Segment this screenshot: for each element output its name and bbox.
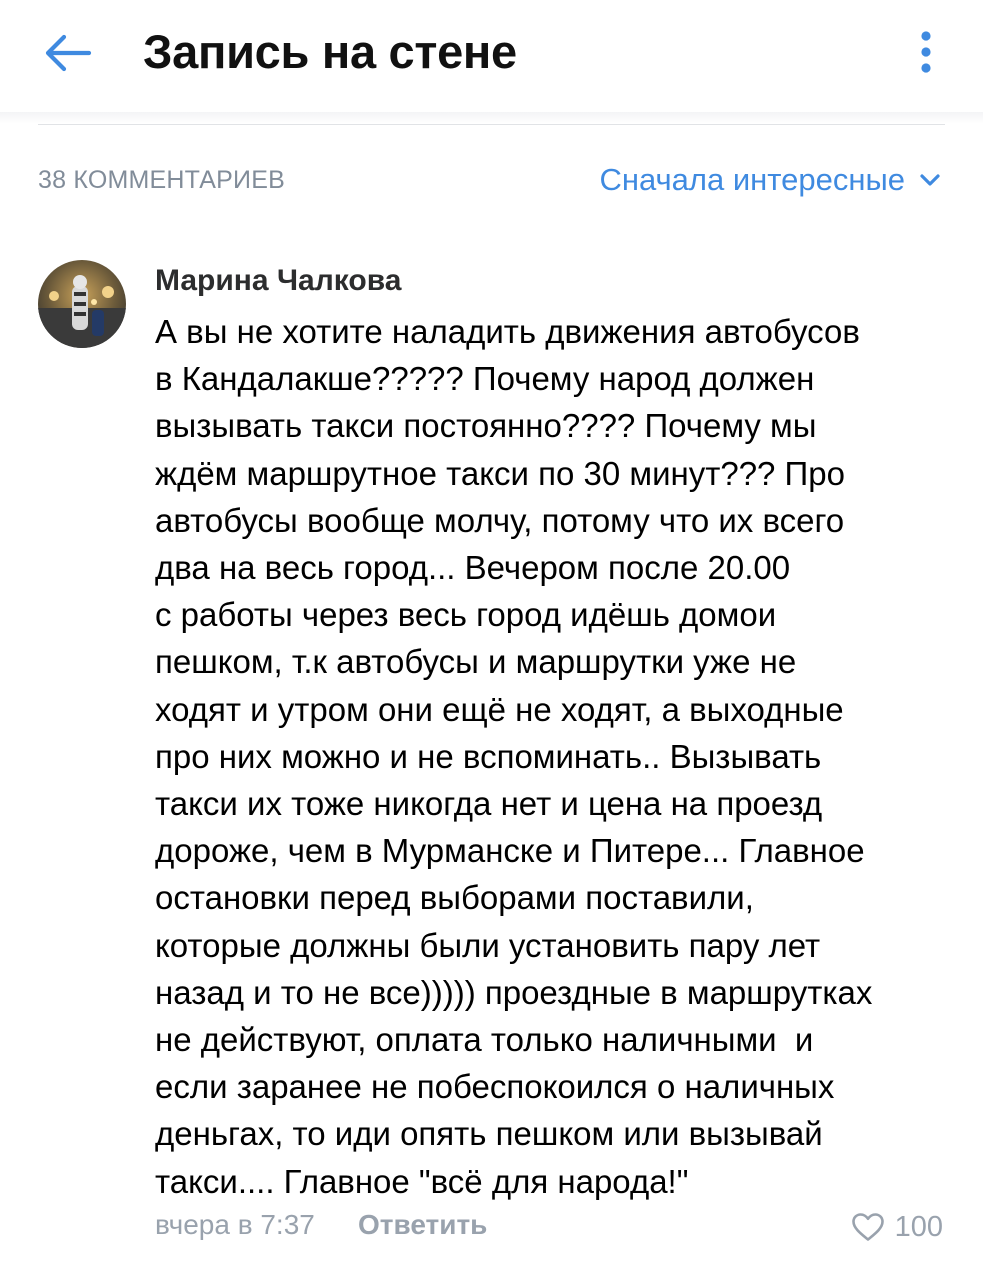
header-divider bbox=[38, 124, 945, 125]
chevron-down-icon bbox=[920, 174, 940, 186]
heart-outline-icon bbox=[851, 1213, 884, 1241]
comment-text-line: которые должны были установить пару лет bbox=[155, 926, 821, 964]
comments-bar: 38 КОММЕНТАРИЕВ Сначала интересные bbox=[0, 150, 983, 210]
comment-time: вчера в 7:37 bbox=[155, 1209, 315, 1240]
avatar-photo bbox=[38, 260, 126, 348]
comment-author[interactable]: Марина Чалкова bbox=[155, 264, 401, 298]
header-shadow bbox=[0, 112, 983, 124]
comment-text-line: такси их тоже никогда нет и цена на прое… bbox=[155, 785, 823, 823]
comment-text-line: два на весь город... Вечером после 20.00 bbox=[155, 549, 791, 587]
comments-count: 38 КОММЕНТАРИЕВ bbox=[38, 166, 285, 194]
comment-footer: вчера в 7:37 Ответить 100 bbox=[0, 1205, 983, 1249]
comment-text-line: остановки перед выборами поставили, bbox=[155, 879, 754, 917]
comment-text-line: дороже, чем в Мурманске и Питере... Глав… bbox=[155, 832, 865, 870]
comment-text-line: такси.... Главное "всё для народа!" bbox=[155, 1162, 689, 1200]
arrow-left-icon bbox=[45, 34, 92, 72]
comment-text-line: назад и то не все))))) проездные в маршр… bbox=[155, 973, 873, 1011]
back-button[interactable] bbox=[36, 22, 98, 84]
like-button[interactable]: 100 bbox=[851, 1205, 943, 1249]
comment-text-line: в Кандалакше????? Почему народ должен bbox=[155, 360, 815, 398]
comment-text-line: с работы через весь город идёшь домои bbox=[155, 596, 777, 634]
like-count: 100 bbox=[894, 1210, 943, 1243]
more-options-button[interactable] bbox=[904, 24, 948, 80]
comment-text-line: если заранее не побеспокоился о наличных bbox=[155, 1068, 835, 1106]
sort-selector[interactable]: Сначала интересные bbox=[599, 158, 941, 202]
comment-text-line: ждём маршрутное такси по 30 минут??? Про bbox=[155, 454, 845, 492]
comment-text-line: не действуют, оплата только наличными и bbox=[155, 1021, 814, 1059]
page-title: Запись на стене bbox=[143, 25, 517, 78]
sort-label: Сначала интересные bbox=[599, 162, 905, 197]
comment-text-line: А вы не хотите наладить движения автобус… bbox=[155, 313, 860, 350]
comment-text-line: ходят и утром они ещё не ходят, а выходн… bbox=[155, 690, 844, 728]
reply-button[interactable]: Ответить bbox=[358, 1209, 487, 1241]
comment-text-line: вызывать такси постоянно???? Почему мы bbox=[155, 407, 817, 445]
top-app-bar: Запись на стене bbox=[0, 0, 983, 112]
avatar[interactable] bbox=[38, 260, 126, 348]
comment-text: А вы не хотите наладить движения автобус… bbox=[155, 308, 955, 1205]
comment-text-line: про них можно и не вспоминать.. Вызывать bbox=[155, 737, 822, 775]
comment-text-line: пешком, т.к автобусы и маршрутки уже не bbox=[155, 643, 797, 681]
comment-text-line: автобусы вообще молчу, потому что их все… bbox=[155, 501, 845, 539]
wall-post-screen: Запись на стене 38 КОММЕНТАРИЕВ Сначала … bbox=[0, 0, 983, 1280]
comment-text-line: деньгах, то иди опять пешком или вызывай bbox=[155, 1115, 823, 1153]
more-vertical-icon bbox=[921, 31, 931, 73]
